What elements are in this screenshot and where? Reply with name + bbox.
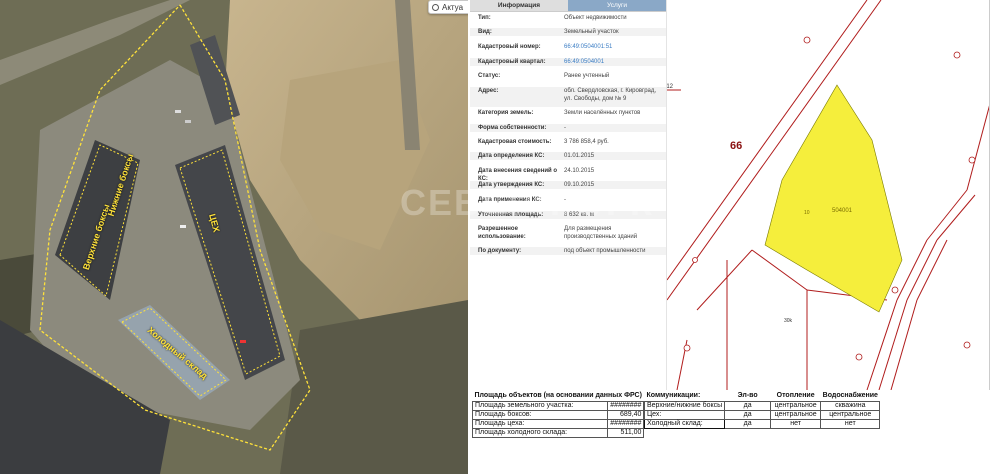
info-value: - — [564, 125, 566, 131]
utility-object: Цех: — [643, 409, 726, 420]
watermark: СЕВЕРНАЯ К — [400, 182, 654, 223]
utility-heating: нет — [770, 418, 822, 429]
info-row-cadastral-quarter: Кадастровый квартал: 66:49:0504001 — [470, 58, 666, 66]
info-value: обл. Свердловская, г. Кировград, ул. Сво… — [564, 88, 657, 102]
info-value: Земли населённых пунктов — [564, 110, 641, 116]
info-value: Земельный участок — [564, 29, 619, 35]
info-key: Кадастровый номер: — [478, 44, 541, 50]
area-value: ######## — [607, 418, 645, 429]
utility-electricity: да — [724, 409, 772, 420]
utility-object: Верхние/нижние боксы — [643, 400, 726, 411]
info-row-permitted-use: Разрешенное использование: Для размещени… — [470, 225, 666, 245]
info-row-ownership: Форма собственности: - — [470, 124, 666, 132]
district-66-label: 66 — [730, 140, 743, 152]
area-value: ######## — [607, 400, 645, 411]
info-value: Для размещения производственных зданий — [564, 226, 638, 240]
area-value: 689,40 — [607, 409, 645, 420]
utility-water: нет — [820, 418, 881, 429]
tab-services[interactable]: Услуги — [568, 0, 666, 11]
areas-table: Площадь объектов (на основании данных ФР… — [471, 392, 645, 438]
parcel-504001-label: 504001 — [832, 208, 853, 214]
info-key: Тип: — [478, 15, 491, 21]
utility-object[interactable]: Холодный склад: — [643, 418, 726, 429]
header-electricity: Эл-во — [737, 392, 758, 400]
info-key: Дата определения КС: — [478, 153, 545, 159]
info-row-determination-date: Дата определения КС: 01.01.2015 — [470, 152, 666, 160]
actual-layer-button[interactable]: Актуа — [428, 0, 468, 14]
table-row: Холодный склад: да нет нет — [643, 418, 881, 429]
area-label: Площадь холодного склада: — [471, 427, 609, 438]
info-key: Вид: — [478, 29, 492, 35]
info-key: Разрешенное использование: — [478, 226, 526, 240]
info-row-kind: Вид: Земельный участок — [470, 28, 666, 36]
table-row: Площадь боксов: 689,40 — [471, 409, 645, 420]
parcel-30k-label: 30k — [784, 318, 793, 324]
info-row-cadastral-value: Кадастровая стоимость: 3 786 858,4 руб. — [470, 138, 666, 146]
info-key: Форма собственности: — [478, 125, 547, 131]
header-water: Водоснабжение — [822, 392, 878, 400]
satellite-imagery — [0, 0, 468, 474]
info-key: По документу: — [478, 248, 522, 254]
table-row: Площадь холодного склада: 511,00 — [471, 427, 645, 438]
table-header-row: Коммуникации: Эл-во Отопление Водоснабже… — [645, 392, 880, 401]
layer-toggle-icon — [432, 3, 439, 11]
info-value: 01.01.2015 — [564, 153, 595, 159]
area-label: Площадь боксов: — [471, 409, 609, 420]
cadastral-quarter-link[interactable]: 66:49:0504001 — [558, 58, 658, 66]
utility-electricity: да — [724, 418, 772, 429]
info-row-status: Статус: Ранее учтенный — [470, 72, 666, 80]
info-tabs: Информация Услуги — [470, 0, 666, 12]
areas-table-title: Площадь объектов (на основании данных ФР… — [474, 392, 642, 400]
satellite-map[interactable]: Верхние боксы Нижние боксы ЦЕХ Холодный … — [0, 0, 468, 474]
utility-water: центральное — [820, 409, 881, 420]
utilities-table: Коммуникации: Эл-во Отопление Водоснабже… — [643, 392, 881, 429]
info-row-address: Адрес: обл. Свердловская, г. Кировград, … — [470, 87, 666, 107]
table-row: Площадь земельного участка: ######## — [471, 400, 645, 411]
area-label: Площадь земельного участка: — [471, 400, 609, 411]
parcel-10-label: 10 — [804, 210, 810, 216]
info-value: 3 786 858,4 руб. — [564, 139, 609, 145]
table-row: Площадь цеха: ######## — [471, 418, 645, 429]
tab-information[interactable]: Информация — [470, 0, 568, 11]
info-row-cadastral-number: Кадастровый номер: 66:49:0504001:51 — [470, 43, 666, 51]
utility-heating: центральное — [770, 409, 822, 420]
info-key: Статус: — [478, 73, 501, 79]
cadastral-number-link[interactable]: 66:49:0504001:51 — [558, 43, 658, 51]
info-row-land-category: Категория земель: Земли населённых пункт… — [470, 109, 666, 117]
actual-button-label: Актуа — [442, 2, 464, 12]
utility-water: скважина — [820, 400, 881, 411]
info-key: Категория земель: — [478, 110, 534, 116]
table-row: Верхние/нижние боксы да центральное сква… — [643, 400, 881, 411]
info-key: Адрес: — [478, 88, 499, 94]
info-key: Кадастровый квартал: — [478, 59, 546, 65]
info-value: Ранее учтенный — [564, 73, 610, 79]
header-heating: Отопление — [776, 392, 815, 400]
cadastral-map[interactable]: 66 012 504001 10 30k — [666, 0, 990, 390]
cadastral-map-drawing — [667, 0, 989, 390]
table-row: Цех: да центральное центральное — [643, 409, 881, 420]
info-row-by-document: По документу: под объект промышленности — [470, 247, 666, 255]
header-communications: Коммуникации: — [646, 392, 701, 400]
info-value: под объект промышленности — [564, 248, 646, 254]
district-012-label: 012 — [666, 84, 674, 90]
info-key: Кадастровая стоимость: — [478, 139, 552, 145]
area-label: Площадь цеха: — [471, 418, 609, 429]
utility-electricity: да — [724, 400, 772, 411]
utility-heating: центральное — [770, 400, 822, 411]
info-row-type: Тип: Объект недвижимости — [470, 14, 666, 22]
area-value: 511,00 — [607, 427, 645, 438]
info-value: Объект недвижимости — [564, 15, 627, 21]
